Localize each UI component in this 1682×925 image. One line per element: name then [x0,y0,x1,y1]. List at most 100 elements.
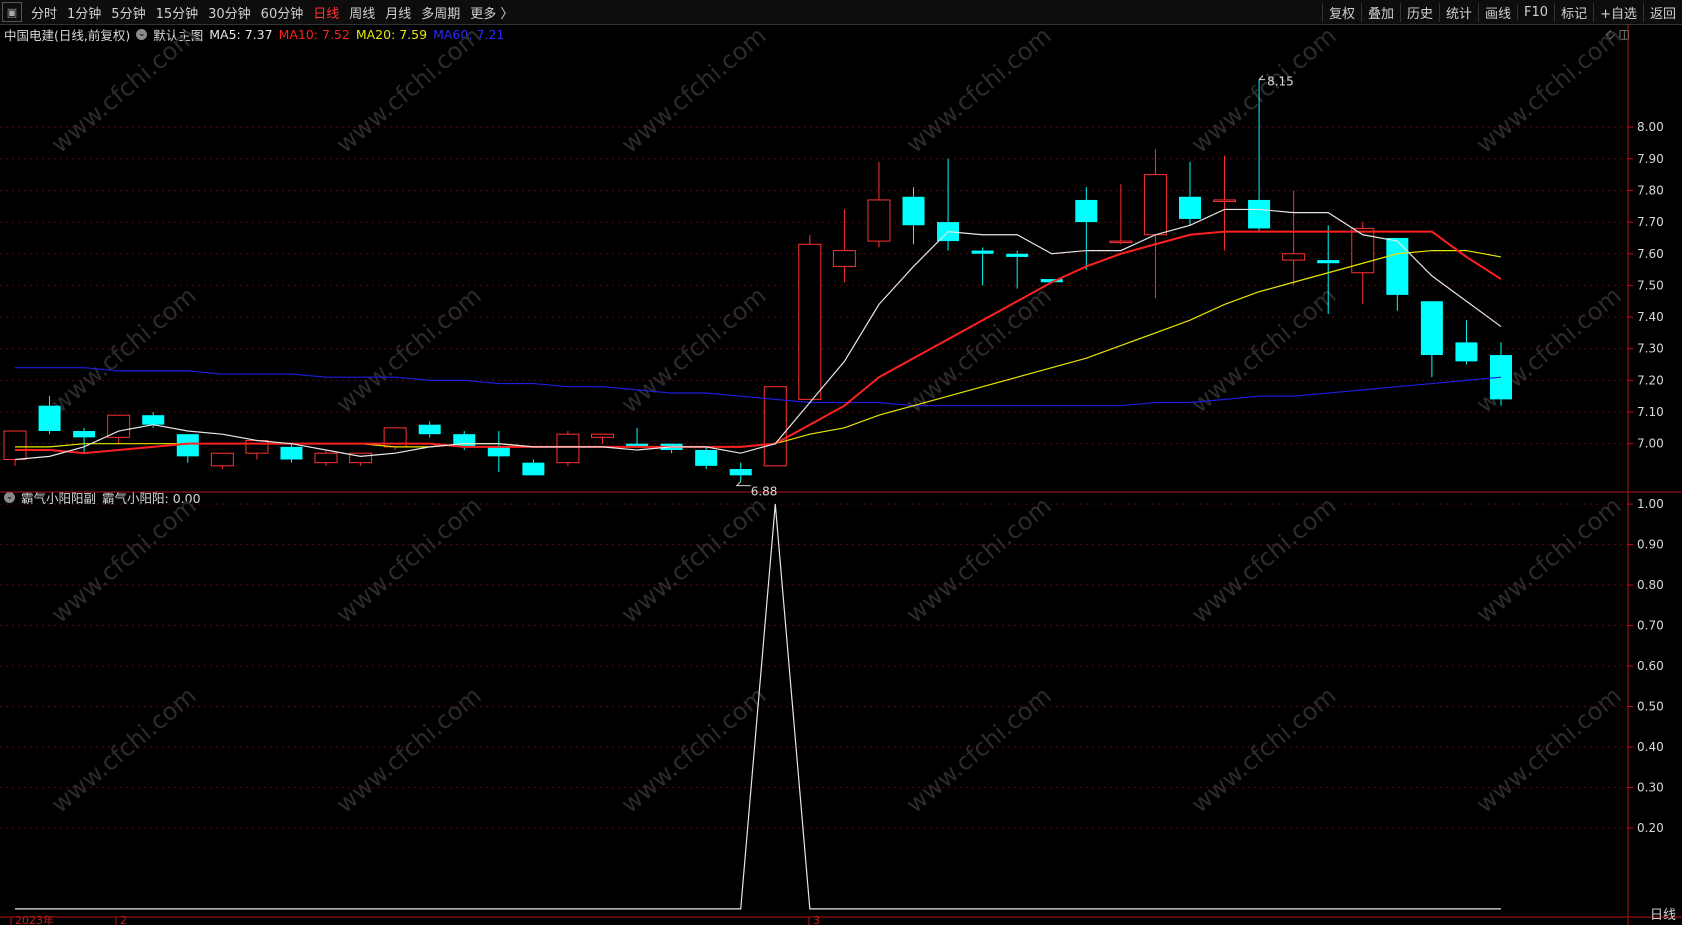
x-label-2: 3 [813,914,820,925]
main-tick-label-0: 7.00 [1637,437,1664,451]
function-buttons: 复权 叠加 历史 统计 画线 F10 标记 +自选 返回 [1321,0,1682,24]
watermark-19: www.cfchi.com [331,681,487,818]
watermark-3: www.cfchi.com [901,24,1057,159]
candle-body-23 [798,243,822,400]
toolbar-button-2[interactable]: 历史 [1399,2,1439,22]
candle-body-16 [556,433,580,464]
sub-tick-label-6: 0.80 [1637,578,1664,592]
sub-tick-label-2: 0.40 [1637,740,1664,754]
candle-body-26 [902,196,925,226]
candle-body-4 [142,415,165,425]
period-tab-4[interactable]: 30分钟 [203,3,256,22]
sub-tick-label-4: 0.60 [1637,659,1664,673]
candle-body-7 [245,440,269,454]
watermark-23: www.cfchi.com [1471,681,1627,818]
period-tab-1[interactable]: 1分钟 [62,3,106,22]
candle-body-6 [210,452,234,467]
period-tab-5[interactable]: 60分钟 [256,3,309,22]
sub-tick-label-7: 0.90 [1637,538,1664,552]
period-tab-9[interactable]: 多周期 [416,3,465,22]
period-tab-6[interactable]: 日线 [308,3,344,22]
main-tick-label-4: 7.40 [1637,310,1664,324]
period-toolbar: ▣ 分时 1分钟 5分钟 15分钟 30分钟 60分钟 日线 周线 月线 多周期 更多 〉 复权 叠加… [0,0,1682,25]
period-tabs: 分时 1分钟 5分钟 15分钟 30分钟 60分钟 日线 周线 月线 多周期 更多 〉 [26,3,518,22]
kline-chart[interactable]: www.cfchi.com www.cfchi.com www.cfchi.com w… [0,24,1682,925]
candle-body-37 [1282,253,1306,261]
main-tick-label-2: 7.20 [1637,373,1664,387]
sub-tick-label-5: 0.70 [1637,619,1664,633]
toolbar-button-1[interactable]: 叠加 [1360,2,1400,22]
period-tab-8[interactable]: 月线 [380,3,416,22]
toolbar-button-4[interactable]: 画线 [1478,2,1517,22]
candle-body-2 [73,431,96,438]
main-tick-label-6: 7.60 [1637,247,1664,261]
candle-body-20 [695,450,718,466]
watermark-9: www.cfchi.com [901,281,1057,418]
watermark-2: www.cfchi.com [616,24,772,159]
candle-body-42 [1455,342,1478,362]
x-label-0: 2023年 [15,913,54,925]
period-tab-0[interactable]: 分时 [26,3,62,22]
candle-body-31 [1075,199,1098,223]
watermark-0: www.cfchi.com [46,24,202,159]
period-tab-3[interactable]: 15分钟 [151,3,204,22]
watermark-7: www.cfchi.com [331,281,487,418]
candle-body-36 [1248,199,1271,229]
main-tick-label-3: 7.30 [1637,342,1664,356]
candle-body-17 [590,433,614,438]
sub-tick-label-3: 0.50 [1637,700,1664,714]
menu-icon[interactable]: ▣ [2,2,22,22]
main-tick-label-9: 7.90 [1637,152,1664,166]
watermark-5: www.cfchi.com [1471,24,1627,159]
candle-body-32 [1109,240,1133,244]
watermark-1: www.cfchi.com [331,24,487,159]
candle-body-34 [1178,196,1201,219]
candle-body-24 [832,250,856,267]
sub-tick-label-0: 0.20 [1637,821,1664,835]
candle-body-40 [1386,237,1409,295]
main-tick-label-7: 7.70 [1637,215,1664,229]
candle-body-38 [1317,260,1340,264]
candle-body-9 [314,452,338,464]
low-marker [735,481,751,487]
watermark-4: www.cfchi.com [1186,24,1342,159]
period-tab-10[interactable]: 更多 〉 [465,3,518,22]
candle-body-41 [1420,301,1443,356]
toolbar-button-5[interactable]: F10 [1517,4,1554,20]
main-tick-label-5: 7.50 [1637,278,1664,292]
watermark-15: www.cfchi.com [901,491,1057,628]
sub-tick-label-8: 1.00 [1637,497,1664,511]
watermark-13: www.cfchi.com [331,491,487,628]
watermark-16: www.cfchi.com [1186,491,1342,628]
candle-body-25 [867,199,891,242]
low-label: 6.88 [751,485,778,499]
watermark-20: www.cfchi.com [616,681,772,818]
watermark-17: www.cfchi.com [1471,491,1627,628]
candle-body-28 [971,250,994,254]
candle-body-12 [418,424,441,435]
toolbar-button-0[interactable]: 复权 [1321,2,1361,22]
period-status: 日线 [1649,908,1676,923]
toolbar-button-7[interactable]: +自选 [1593,2,1643,22]
candle-body-8 [280,446,303,460]
toolbar-button-6[interactable]: 标记 [1554,2,1593,22]
watermark-8: www.cfchi.com [616,281,772,418]
candle-body-33 [1143,174,1167,236]
watermark-10: www.cfchi.com [1186,281,1342,418]
toolbar-button-8[interactable]: 返回 [1642,2,1682,22]
candle-body-21 [729,469,752,476]
x-label-1: 2 [120,914,127,925]
candle-body-35 [1213,199,1237,202]
ma60-line [15,367,1502,407]
watermark-22: www.cfchi.com [1186,681,1342,818]
sub-tick-label-1: 0.30 [1637,780,1664,794]
candle-body-1 [38,405,61,432]
candle-body-14 [487,446,510,457]
candle-body-15 [522,462,545,476]
toolbar-button-3[interactable]: 统计 [1439,2,1478,22]
period-tab-7[interactable]: 周线 [344,3,380,22]
period-tab-2[interactable]: 5分钟 [106,3,150,22]
watermark-14: www.cfchi.com [616,491,772,628]
candle-body-29 [1006,253,1029,257]
candle-body-0 [3,430,27,461]
